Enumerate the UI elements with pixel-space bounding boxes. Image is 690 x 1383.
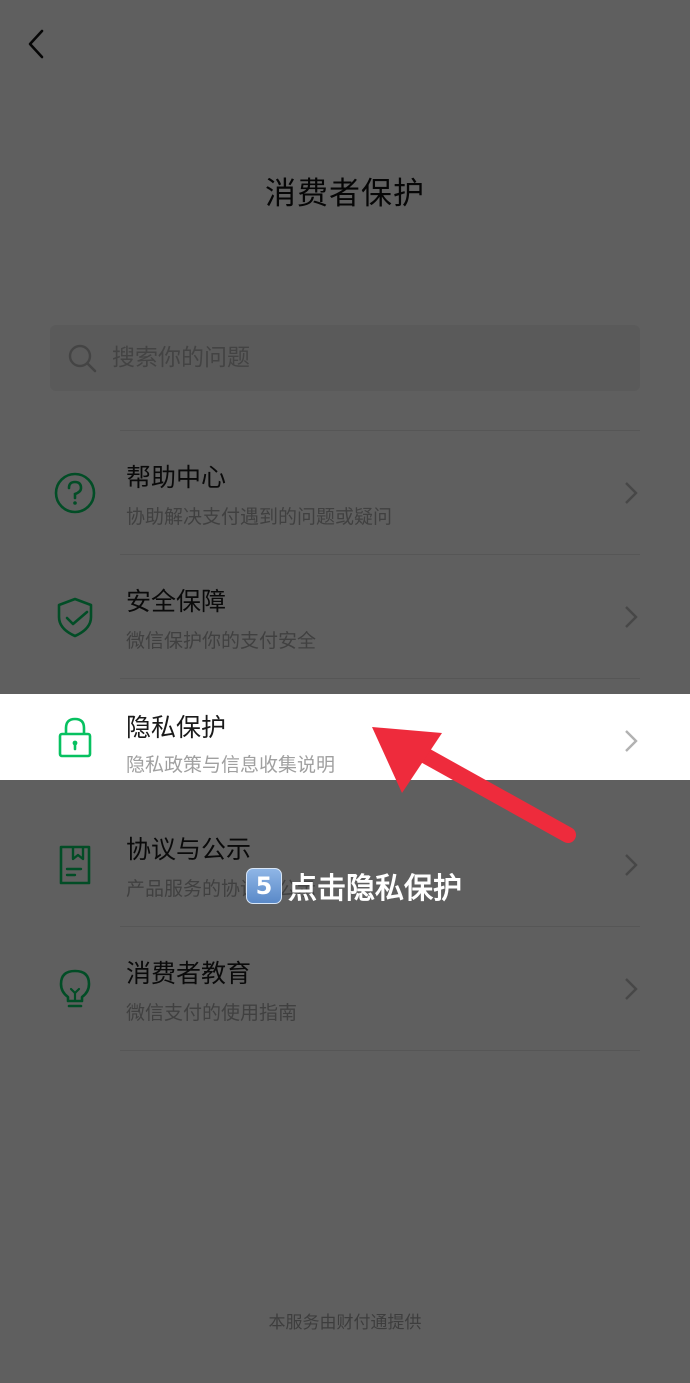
item-title: 帮助中心 <box>126 463 227 492</box>
search-input[interactable] <box>112 338 592 378</box>
chevron-right-icon <box>620 478 642 508</box>
list-divider <box>120 554 640 555</box>
chevron-right-icon <box>620 850 642 880</box>
item-desc: 微信保护你的支付安全 <box>126 630 317 652</box>
footer-text: 本服务由财付通提供 <box>268 1313 422 1333</box>
question-circle-icon <box>52 470 98 516</box>
list-divider <box>120 1050 640 1051</box>
list-item-privacy[interactable]: 隐私保护 隐私政策与信息收集说明 <box>0 694 690 780</box>
shield-check-icon <box>52 594 98 640</box>
list-item-agreements[interactable]: 协议与公示 产品服务的协议与公示 <box>0 822 690 908</box>
list-divider <box>120 678 640 679</box>
chevron-right-icon <box>620 602 642 632</box>
item-desc: 微信支付的使用指南 <box>126 1002 298 1024</box>
chevron-right-icon <box>620 726 642 756</box>
item-title: 安全保障 <box>126 587 227 616</box>
item-title: 消费者教育 <box>126 959 252 988</box>
document-icon <box>52 842 98 888</box>
search-icon <box>66 342 98 374</box>
lock-icon <box>52 714 98 760</box>
back-button[interactable] <box>16 24 56 64</box>
list-item-help-center[interactable]: 帮助中心 协助解决支付遇到的问题或疑问 <box>0 450 690 536</box>
item-desc: 协助解决支付遇到的问题或疑问 <box>126 506 393 528</box>
item-desc: 产品服务的协议与公示 <box>126 878 317 900</box>
page-title: 消费者保护 <box>265 176 425 212</box>
item-desc: 隐私政策与信息收集说明 <box>126 754 336 776</box>
list-divider <box>120 430 640 431</box>
back-arrow-icon <box>28 29 44 59</box>
list-divider <box>120 926 640 927</box>
lightbulb-icon <box>52 966 98 1012</box>
item-title: 隐私保护 <box>126 713 227 742</box>
item-title: 协议与公示 <box>126 835 252 864</box>
chevron-right-icon <box>620 974 642 1004</box>
list-item-consumer-education[interactable]: 消费者教育 微信支付的使用指南 <box>0 946 690 1032</box>
search-box[interactable] <box>50 325 640 391</box>
list-item-security[interactable]: 安全保障 微信保护你的支付安全 <box>0 574 690 660</box>
